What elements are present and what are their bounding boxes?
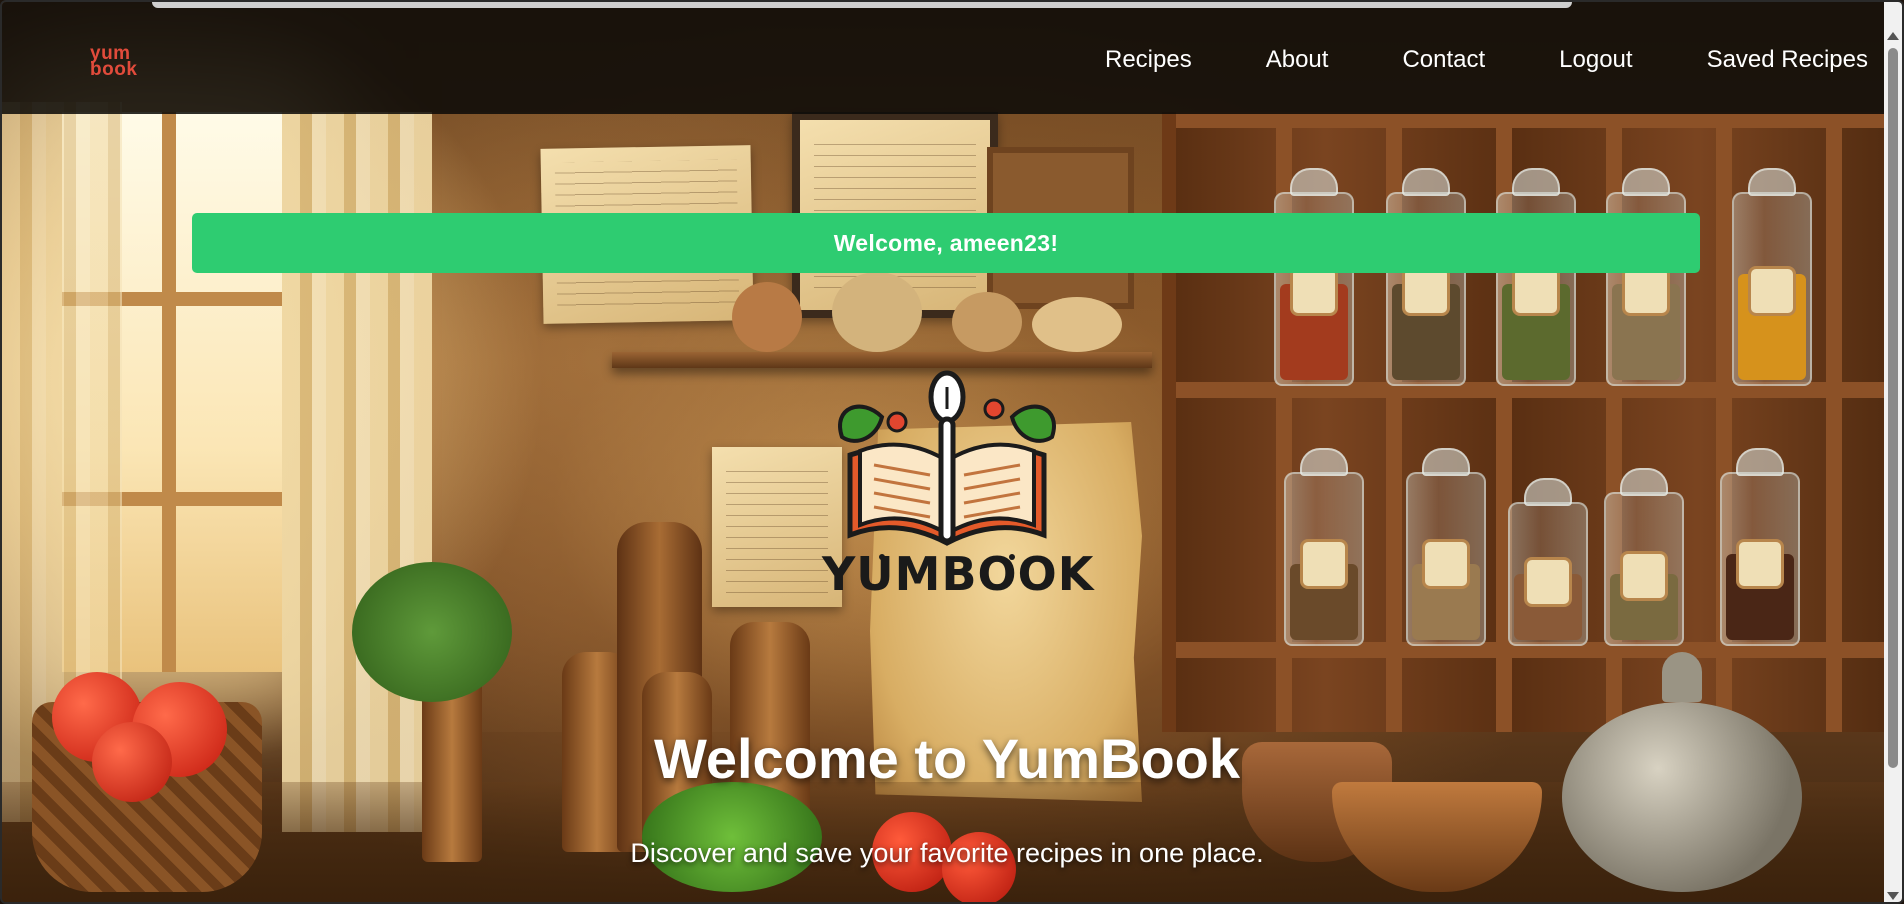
nav-link-saved-recipes[interactable]: Saved Recipes: [1707, 46, 1868, 74]
hero-subtitle: Discover and save your favorite recipes …: [630, 838, 1264, 868]
welcome-alert: Welcome, ameen23!: [192, 213, 1700, 273]
hero-title: Welcome to YumBook: [653, 727, 1241, 790]
scroll-down-arrow-icon[interactable]: [1887, 892, 1899, 900]
browser-top-edge: [152, 2, 1572, 8]
nav-links: Recipes About Contact Logout Saved Recip…: [1105, 46, 1868, 74]
top-navbar: yum book Recipes About Contact Logout Sa…: [2, 2, 1902, 114]
nav-link-contact[interactable]: Contact: [1402, 46, 1485, 74]
nav-link-about[interactable]: About: [1266, 46, 1329, 74]
nav-link-recipes[interactable]: Recipes: [1105, 46, 1192, 74]
logo-wordmark: YUMBOOK: [822, 547, 1095, 601]
brand-logo[interactable]: yum book: [90, 44, 138, 80]
scrollbar-thumb[interactable]: [1888, 48, 1898, 768]
browser-viewport: yum book Recipes About Contact Logout Sa…: [0, 0, 1904, 904]
brand-logo-line2: book: [90, 59, 138, 80]
scroll-up-arrow-icon[interactable]: [1887, 32, 1899, 40]
vertical-scrollbar[interactable]: [1884, 2, 1902, 902]
nav-link-logout[interactable]: Logout: [1559, 46, 1632, 74]
